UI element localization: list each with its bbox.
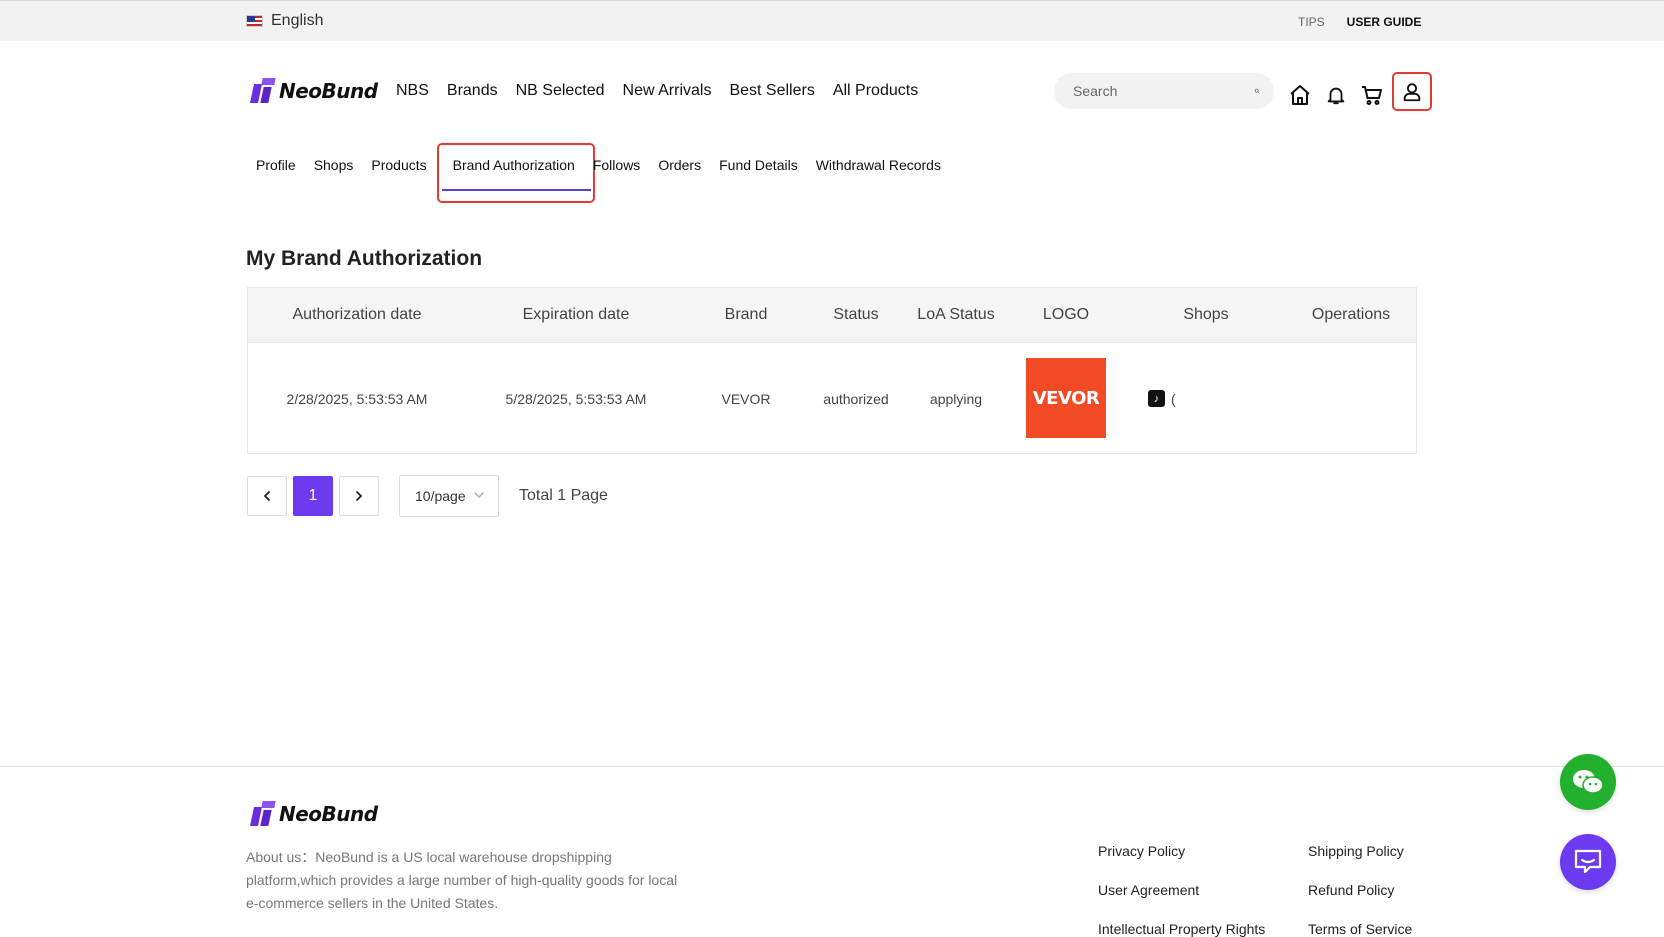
- page-size-select[interactable]: 10/page: [399, 475, 499, 517]
- page-size-value: 10/page: [415, 488, 466, 504]
- language-label: English: [271, 12, 324, 29]
- page-title: My Brand Authorization: [246, 247, 483, 270]
- column-authorization-date: Authorization date: [292, 306, 422, 323]
- chat-icon: [1574, 849, 1602, 874]
- column-loa-status: LoA Status: [917, 306, 995, 323]
- table-header: Authorization date Expiration date Brand…: [248, 288, 1416, 343]
- next-page-button[interactable]: [339, 476, 379, 516]
- tab-products[interactable]: Products: [362, 157, 435, 173]
- pagination-total: Total 1 Page: [519, 487, 608, 504]
- nav-item-best-sellers[interactable]: Best Sellers: [729, 82, 814, 100]
- cell-status: authorized: [823, 391, 889, 407]
- nav-item-all-products[interactable]: All Products: [833, 82, 918, 100]
- top-bar: English TIPS USER GUIDE: [0, 0, 1664, 41]
- column-operations: Operations: [1311, 306, 1391, 323]
- cell-shops: ♪ (: [1148, 390, 1176, 407]
- search-input[interactable]: [1073, 83, 1254, 99]
- top-links: TIPS USER GUIDE: [1298, 15, 1421, 29]
- tab-withdrawal-records[interactable]: Withdrawal Records: [807, 157, 950, 173]
- terms-of-service-link[interactable]: Terms of Service: [1308, 921, 1412, 937]
- brand-authorization-table: Authorization date Expiration date Brand…: [247, 287, 1417, 454]
- logo-text: NeoBund: [279, 78, 378, 103]
- privacy-policy-link[interactable]: Privacy Policy: [1098, 843, 1265, 882]
- column-brand: Brand: [724, 306, 768, 323]
- pagination: 1 10/page Total 1 Page: [247, 475, 608, 517]
- chevron-down-icon: [474, 492, 484, 498]
- prev-page-button[interactable]: [247, 476, 287, 516]
- column-shops: Shops: [1183, 306, 1229, 323]
- column-logo: LOGO: [1042, 306, 1090, 323]
- column-expiration-date: Expiration date: [522, 306, 630, 323]
- cart-icon[interactable]: [1360, 82, 1384, 108]
- ip-rights-link[interactable]: Intellectual Property Rights: [1098, 921, 1265, 937]
- nav-item-nbs[interactable]: NBS: [396, 82, 429, 100]
- footer-divider: [0, 766, 1664, 767]
- footer-logo: NeoBund: [249, 801, 378, 826]
- tab-brand-authorization[interactable]: Brand Authorization: [444, 157, 584, 173]
- column-status: Status: [833, 306, 879, 323]
- us-flag-icon: [246, 15, 263, 27]
- cell-authorization-date: 2/28/2025, 5:53:53 AM: [286, 391, 428, 407]
- header-icons: [1288, 72, 1432, 111]
- refund-policy-link[interactable]: Refund Policy: [1308, 882, 1412, 921]
- footer-links-col1: Privacy Policy User Agreement Intellectu…: [1098, 843, 1265, 937]
- chat-support-button[interactable]: [1560, 834, 1616, 890]
- nav-item-new-arrivals[interactable]: New Arrivals: [623, 82, 712, 100]
- neobund-logo[interactable]: NeoBund: [249, 78, 378, 103]
- account-subnav: Profile Shops Products Brand Authorizati…: [256, 157, 950, 173]
- tab-profile[interactable]: Profile: [256, 157, 305, 173]
- cell-loa-status: applying: [929, 391, 983, 407]
- shop-name: (: [1171, 390, 1176, 407]
- tab-shops[interactable]: Shops: [305, 157, 363, 173]
- chevron-left-icon: [263, 491, 270, 501]
- footer-links-col2: Shipping Policy Refund Policy Terms of S…: [1308, 843, 1412, 937]
- nav-item-brands[interactable]: Brands: [447, 82, 498, 100]
- user-guide-link[interactable]: USER GUIDE: [1347, 15, 1422, 29]
- active-tab-underline: [442, 189, 591, 191]
- nav-item-nb-selected[interactable]: NB Selected: [516, 82, 605, 100]
- search-bar: [1054, 73, 1274, 109]
- tips-link[interactable]: TIPS: [1298, 15, 1325, 29]
- logo-text: NeoBund: [279, 801, 378, 826]
- cell-expiration-date: 5/28/2025, 5:53:53 AM: [505, 391, 647, 407]
- page-button-current[interactable]: 1: [293, 476, 333, 516]
- cell-brand: VEVOR: [721, 391, 771, 407]
- language-selector[interactable]: English: [246, 12, 323, 30]
- chevron-right-icon: [356, 491, 363, 501]
- about-us-text: About us：NeoBund is a US local warehouse…: [246, 849, 678, 911]
- search-icon[interactable]: [1254, 81, 1260, 101]
- user-agreement-link[interactable]: User Agreement: [1098, 882, 1265, 921]
- active-tab-highlight: [437, 143, 595, 203]
- shipping-policy-link[interactable]: Shipping Policy: [1308, 843, 1412, 882]
- user-icon: [1403, 82, 1421, 101]
- user-account-button[interactable]: [1392, 72, 1432, 111]
- tab-follows[interactable]: Follows: [584, 157, 649, 173]
- wechat-button[interactable]: [1560, 754, 1616, 810]
- tab-fund-details[interactable]: Fund Details: [710, 157, 807, 173]
- logo-mark-icon: [249, 78, 276, 103]
- bell-icon[interactable]: [1324, 82, 1348, 108]
- tiktok-icon: ♪: [1148, 390, 1165, 407]
- brand-logo-text: VEVOR: [1032, 387, 1100, 409]
- brand-logo-vevor: VEVOR: [1026, 358, 1106, 438]
- main-nav: NBS Brands NB Selected New Arrivals Best…: [396, 82, 918, 100]
- home-icon[interactable]: [1288, 82, 1312, 108]
- logo-mark-icon: [249, 801, 276, 826]
- wechat-icon: [1573, 770, 1604, 794]
- tab-orders[interactable]: Orders: [649, 157, 710, 173]
